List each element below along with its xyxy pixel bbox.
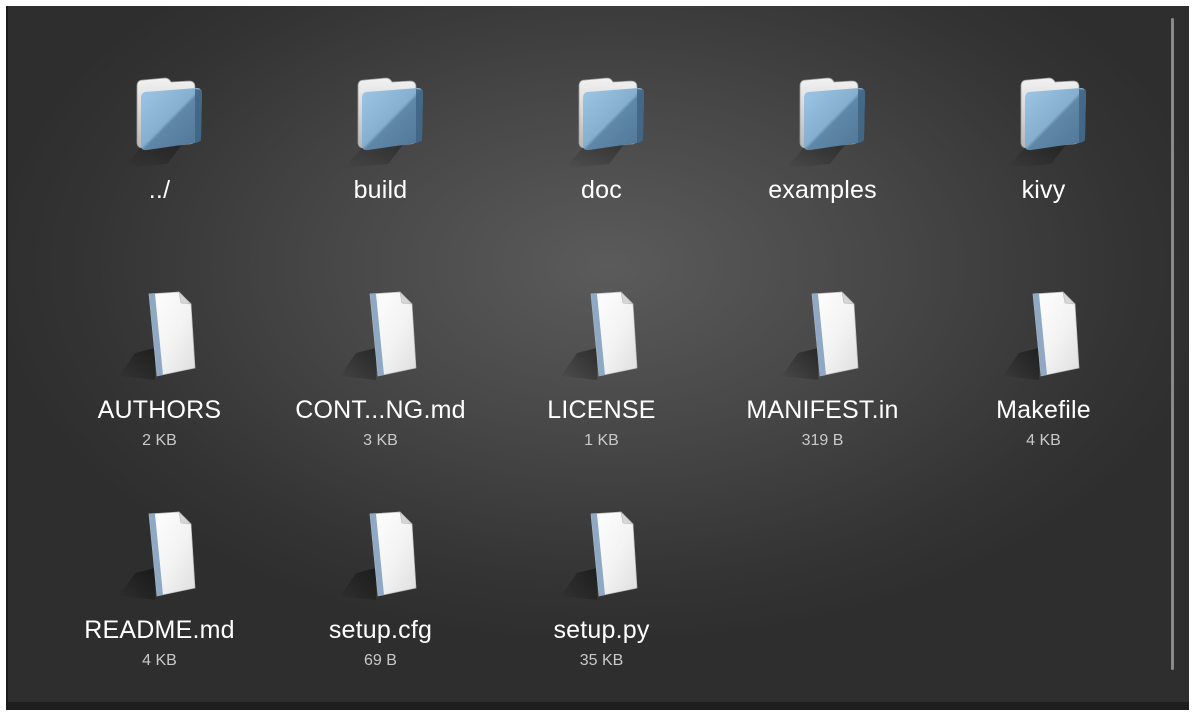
entry-build[interactable]: build xyxy=(270,68,491,288)
entry-size: 4 KB xyxy=(142,652,177,669)
entry-name: Makefile xyxy=(996,396,1091,424)
entry-size: 35 KB xyxy=(579,652,624,669)
entry-size: 4 KB xyxy=(1026,432,1061,449)
entry-setup-cfg[interactable]: setup.cfg 69 B xyxy=(270,508,491,710)
entry-name: ../ xyxy=(148,176,171,204)
file-grid: ../ build doc examples kivy AUTHORS 2 KB… xyxy=(49,68,1154,710)
entry-size: 69 B xyxy=(364,652,397,669)
entry-size: 3 KB xyxy=(363,432,398,449)
entry-size: 1 KB xyxy=(584,432,619,449)
file-icon xyxy=(781,291,858,381)
file-icon xyxy=(339,291,416,381)
entry-name: examples xyxy=(768,176,877,204)
file-icon xyxy=(1002,291,1079,381)
folder-icon xyxy=(343,77,423,168)
file-icon xyxy=(118,511,195,601)
entry-name: README.md xyxy=(84,616,235,644)
entry-kivy[interactable]: kivy xyxy=(933,68,1154,288)
file-icon xyxy=(560,511,637,601)
entry-manifest[interactable]: MANIFEST.in 319 B xyxy=(712,288,933,508)
vertical-scrollbar[interactable] xyxy=(1171,18,1174,670)
entry-examples[interactable]: examples xyxy=(712,68,933,288)
entry-name: setup.cfg xyxy=(328,616,433,644)
entry-name: doc xyxy=(581,176,622,204)
entry-name: setup.py xyxy=(553,616,650,644)
entry-name: MANIFEST.in xyxy=(746,396,899,424)
entry-name: AUTHORS xyxy=(97,396,222,424)
entry-size: 2 KB xyxy=(142,432,177,449)
entry-parent-dir[interactable]: ../ xyxy=(49,68,270,288)
folder-icon xyxy=(785,77,865,168)
entry-name: CONT...NG.md xyxy=(295,396,466,424)
entry-setup-py[interactable]: setup.py 35 KB xyxy=(491,508,712,710)
file-chooser-icon-view: ../ build doc examples kivy AUTHORS 2 KB… xyxy=(6,6,1189,710)
entry-contributing[interactable]: CONT...NG.md 3 KB xyxy=(270,288,491,508)
file-icon xyxy=(339,511,416,601)
entry-license[interactable]: LICENSE 1 KB xyxy=(491,288,712,508)
entry-name: kivy xyxy=(1021,176,1066,204)
entry-makefile[interactable]: Makefile 4 KB xyxy=(933,288,1154,508)
folder-icon xyxy=(564,77,644,168)
entry-size: 319 B xyxy=(801,432,844,449)
bottom-edge xyxy=(8,702,1189,710)
folder-icon xyxy=(122,77,202,168)
entry-name: build xyxy=(353,176,408,204)
entry-name: LICENSE xyxy=(547,396,656,424)
folder-icon xyxy=(1006,77,1086,168)
file-icon xyxy=(118,291,195,381)
file-icon xyxy=(560,291,637,381)
entry-readme[interactable]: README.md 4 KB xyxy=(49,508,270,710)
entry-doc[interactable]: doc xyxy=(491,68,712,288)
entry-authors[interactable]: AUTHORS 2 KB xyxy=(49,288,270,508)
